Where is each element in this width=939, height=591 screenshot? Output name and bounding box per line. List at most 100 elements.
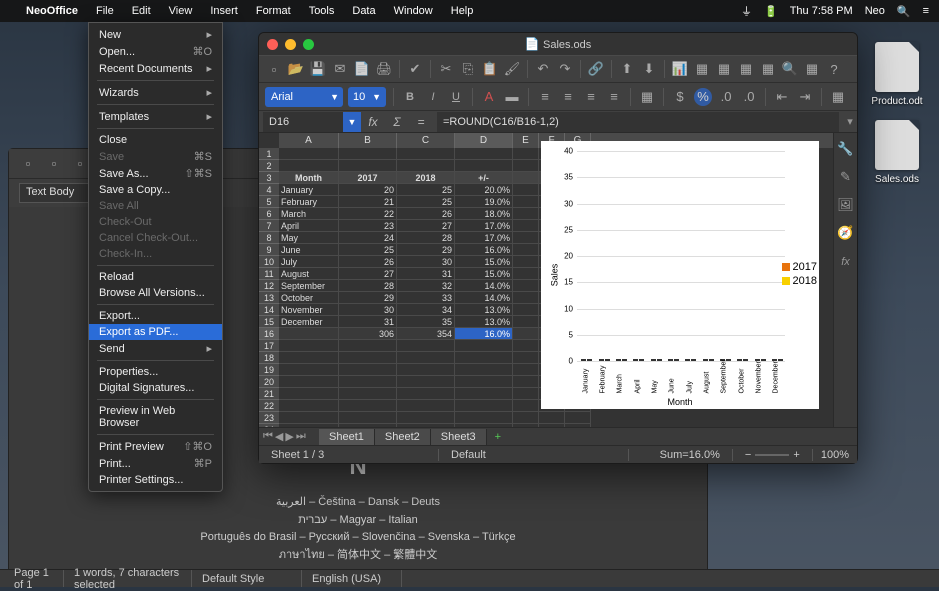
save-icon[interactable]: ▫: [71, 155, 89, 173]
cell[interactable]: [279, 148, 339, 160]
menu-extra-icon[interactable]: ≡: [923, 5, 929, 17]
print-icon[interactable]: 🖨: [375, 60, 393, 78]
currency-icon[interactable]: $: [671, 88, 689, 106]
row-header[interactable]: 14: [259, 304, 279, 316]
sheet-nav-buttons[interactable]: ⏮ ◀ ▶ ⏭: [259, 430, 319, 443]
menu-insert[interactable]: Insert: [210, 5, 238, 17]
navigator-icon[interactable]: ▦: [715, 60, 733, 78]
cell[interactable]: 30: [397, 256, 455, 268]
cell[interactable]: 20: [339, 184, 397, 196]
cell[interactable]: [397, 148, 455, 160]
properties-icon[interactable]: 🔧: [837, 141, 853, 157]
cell[interactable]: 21: [339, 196, 397, 208]
sum-icon[interactable]: Σ: [385, 115, 409, 129]
chart-icon[interactable]: 📊: [671, 60, 689, 78]
help-icon[interactable]: ?: [825, 60, 843, 78]
cell[interactable]: [397, 340, 455, 352]
cell[interactable]: August: [279, 268, 339, 280]
cell[interactable]: [513, 424, 539, 427]
cell[interactable]: 17.0%: [455, 220, 513, 232]
cell[interactable]: [513, 232, 539, 244]
row-header[interactable]: 15: [259, 316, 279, 328]
cell[interactable]: March: [279, 208, 339, 220]
row-header[interactable]: 24: [259, 424, 279, 427]
menubar-clock[interactable]: Thu 7:58 PM: [790, 5, 853, 17]
paintbrush-icon[interactable]: 🖌: [503, 60, 521, 78]
cell[interactable]: 25: [397, 196, 455, 208]
gallery-icon[interactable]: 🖼: [837, 197, 854, 213]
cell[interactable]: [513, 364, 539, 376]
cell[interactable]: [339, 364, 397, 376]
cell[interactable]: [397, 400, 455, 412]
menubar-user[interactable]: Neo: [865, 5, 885, 17]
bold-icon[interactable]: B: [401, 88, 419, 106]
name-box-dropdown-icon[interactable]: ▼: [343, 112, 361, 132]
column-header[interactable]: C: [397, 133, 455, 148]
cell[interactable]: [513, 292, 539, 304]
cell[interactable]: 35: [397, 316, 455, 328]
row-header[interactable]: 17: [259, 340, 279, 352]
cell[interactable]: [279, 376, 339, 388]
pdf-icon[interactable]: 📄: [353, 60, 371, 78]
zoom-icon[interactable]: ▦: [803, 60, 821, 78]
decimal-remove-icon[interactable]: .0: [740, 88, 758, 106]
menu-view[interactable]: View: [169, 5, 193, 17]
file-menu-item[interactable]: Recent Documents▸: [89, 60, 222, 77]
row-header[interactable]: 20: [259, 376, 279, 388]
cell[interactable]: 24: [339, 232, 397, 244]
cut-icon[interactable]: ✂: [437, 60, 455, 78]
embedded-chart[interactable]: 0510152025303540 Sales JanuaryFebruaryMa…: [541, 141, 819, 409]
font-size-combo[interactable]: 10▼: [348, 87, 386, 107]
cell[interactable]: December: [279, 316, 339, 328]
file-menu-item[interactable]: Templates▸: [89, 108, 222, 125]
sheet-grid[interactable]: ABCDEFG 12345678910111213141516171819202…: [259, 133, 833, 427]
cell[interactable]: [513, 172, 539, 184]
cell[interactable]: [513, 388, 539, 400]
cell[interactable]: 15.0%: [455, 256, 513, 268]
file-menu-item[interactable]: Export as PDF...: [89, 324, 222, 340]
cell[interactable]: November: [279, 304, 339, 316]
cell[interactable]: 20.0%: [455, 184, 513, 196]
cell[interactable]: [513, 268, 539, 280]
cell[interactable]: 27: [397, 220, 455, 232]
cell[interactable]: February: [279, 196, 339, 208]
indent-dec-icon[interactable]: ⇤: [773, 88, 791, 106]
cell[interactable]: [339, 160, 397, 172]
cell[interactable]: [513, 184, 539, 196]
row-header[interactable]: 22: [259, 400, 279, 412]
cell[interactable]: [279, 412, 339, 424]
cell[interactable]: 354: [397, 328, 455, 340]
underline-icon[interactable]: U: [447, 88, 465, 106]
cell[interactable]: [455, 148, 513, 160]
cell[interactable]: [279, 424, 339, 427]
cell[interactable]: [455, 352, 513, 364]
last-sheet-icon[interactable]: ⏭: [296, 430, 306, 443]
cell[interactable]: 13.0%: [455, 316, 513, 328]
cell[interactable]: [513, 160, 539, 172]
cell[interactable]: [339, 424, 397, 427]
menu-format[interactable]: Format: [256, 5, 291, 17]
menu-file[interactable]: File: [96, 5, 114, 17]
open-icon[interactable]: ▫: [45, 155, 63, 173]
cell[interactable]: 26: [397, 208, 455, 220]
cell[interactable]: 306: [339, 328, 397, 340]
spellcheck-icon[interactable]: ✔: [406, 60, 424, 78]
cell[interactable]: [565, 424, 591, 427]
cell[interactable]: [279, 160, 339, 172]
cell[interactable]: [397, 388, 455, 400]
percent-icon[interactable]: %: [694, 88, 712, 106]
menu-window[interactable]: Window: [394, 5, 433, 17]
align-justify-icon[interactable]: ≡: [605, 88, 623, 106]
formula-input[interactable]: =ROUND(C16/B16-1,2): [437, 112, 839, 132]
zoom-slider[interactable]: −+: [733, 449, 813, 461]
align-right-icon[interactable]: ≡: [582, 88, 600, 106]
cell[interactable]: [565, 412, 591, 424]
file-menu-item[interactable]: Print Preview⇧⌘O: [89, 438, 222, 455]
file-menu-item[interactable]: Printer Settings...: [89, 472, 222, 488]
sheet-tab-1[interactable]: Sheet1: [319, 429, 375, 445]
cell[interactable]: 16.0%: [455, 328, 513, 340]
borders-icon[interactable]: ▦: [829, 88, 847, 106]
file-menu-item[interactable]: Digital Signatures...: [89, 380, 222, 396]
battery-icon[interactable]: 🔋: [764, 5, 778, 18]
cell[interactable]: [339, 412, 397, 424]
